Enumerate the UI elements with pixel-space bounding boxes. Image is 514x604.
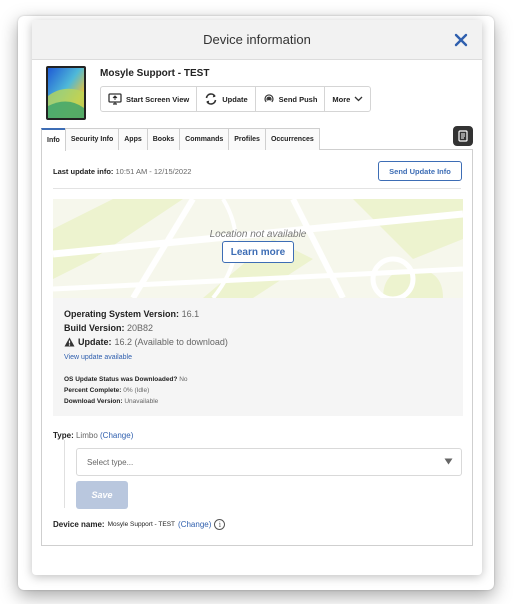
info-icon[interactable]: i: [214, 519, 226, 530]
view-update-available-link[interactable]: View update available: [64, 354, 132, 361]
close-icon: [454, 33, 468, 47]
more-button[interactable]: More: [325, 87, 370, 111]
divider: [53, 188, 461, 189]
type-label: Type:: [53, 431, 74, 440]
modal-header: Device information: [32, 20, 482, 60]
send-push-label: Send Push: [278, 94, 318, 104]
send-push-button[interactable]: Send Push: [256, 87, 326, 111]
percent-complete-label: Percent Complete:: [64, 387, 122, 394]
close-button[interactable]: [450, 29, 472, 51]
os-update-status-line: OS Update Status was Downloaded? No: [64, 376, 188, 383]
os-version-value: 16.1: [181, 309, 200, 319]
broadcast-icon: [264, 94, 274, 103]
monitor-icon: [108, 93, 122, 105]
device-toolbar: Start Screen View Update Send Push More: [100, 86, 372, 112]
update-line: Update: 16.2 (Available to download): [64, 337, 228, 347]
info-panel: Last update info: 10:51 AM - 12/15/2022 …: [41, 150, 473, 546]
type-value: Limbo: [75, 431, 98, 440]
tab-apps[interactable]: Apps: [118, 128, 148, 150]
device-name-title: Mosyle Support - TEST: [100, 68, 210, 79]
dropdown-arrow-icon: [444, 458, 453, 465]
refresh-icon: [205, 93, 217, 105]
start-screen-view-label: Start Screen View: [126, 94, 190, 104]
device-thumbnail: [46, 66, 86, 120]
tab-security-info[interactable]: Security Info: [64, 128, 120, 150]
download-version-label: Download Version:: [64, 398, 123, 405]
send-update-info-button[interactable]: Send Update Info: [378, 161, 462, 181]
type-line: Type: Limbo (Change): [53, 431, 133, 440]
change-device-name-link[interactable]: (Change): [178, 520, 211, 529]
os-update-status-label: OS Update Status was Downloaded?: [64, 376, 178, 383]
update-value: 16.2 (Available to download): [114, 337, 228, 347]
learn-more-button[interactable]: Learn more: [222, 241, 294, 263]
location-map: Location not available Learn more: [53, 199, 463, 298]
build-version-value: 20B82: [127, 323, 154, 333]
tab-commands[interactable]: Commands: [179, 128, 230, 150]
device-info-modal: Device information Mosyle Support - TEST: [32, 20, 482, 575]
last-update-info: Last update info: 10:51 AM - 12/15/2022: [53, 167, 191, 176]
device-name-value: Mosyle Support - TEST: [107, 521, 176, 528]
device-name-line: Device name: Mosyle Support - TEST (Chan…: [53, 519, 226, 530]
update-label: Update: [222, 94, 248, 104]
notes-button[interactable]: [453, 126, 473, 146]
tab-profiles[interactable]: Profiles: [228, 128, 266, 150]
build-version-label: Build Version:: [64, 323, 125, 333]
update-label-text: Update:: [78, 337, 112, 347]
os-update-status-value: No: [179, 376, 188, 383]
last-update-label: Last update info:: [53, 167, 114, 176]
device-name-label: Device name:: [53, 520, 105, 529]
tab-books[interactable]: Books: [146, 128, 181, 150]
change-type-link[interactable]: (Change): [100, 431, 133, 440]
os-info-box: Operating System Version: 16.1 Build Ver…: [53, 298, 463, 416]
download-version-value: Unavailable: [124, 398, 159, 405]
type-select[interactable]: Select type...: [76, 448, 462, 476]
tab-info[interactable]: Info: [41, 128, 66, 151]
notes-icon: [458, 130, 468, 142]
last-update-value: 10:51 AM - 12/15/2022: [115, 167, 192, 176]
os-version-label: Operating System Version:: [64, 309, 180, 319]
os-version-line: Operating System Version: 16.1: [64, 309, 199, 319]
chevron-down-icon: [354, 96, 363, 102]
start-screen-view-button[interactable]: Start Screen View: [101, 87, 198, 111]
build-version-line: Build Version: 20B82: [64, 323, 153, 333]
location-not-available: Location not available: [209, 229, 307, 240]
warning-icon: [64, 337, 75, 347]
download-version-line: Download Version: Unavailable: [64, 398, 158, 405]
indent-line: [64, 440, 65, 508]
tab-occurrences[interactable]: Occurrences: [264, 128, 320, 150]
percent-complete-value: 0% (Idle): [123, 387, 150, 394]
tab-bar: Info Security Info Apps Books Commands P…: [41, 126, 473, 151]
more-label: More: [332, 94, 351, 104]
type-select-placeholder: Select type...: [87, 457, 134, 467]
save-button[interactable]: Save: [76, 481, 128, 509]
modal-title: Device information: [203, 32, 311, 47]
update-button[interactable]: Update: [197, 87, 256, 111]
percent-complete-line: Percent Complete: 0% (Idle): [64, 387, 149, 394]
